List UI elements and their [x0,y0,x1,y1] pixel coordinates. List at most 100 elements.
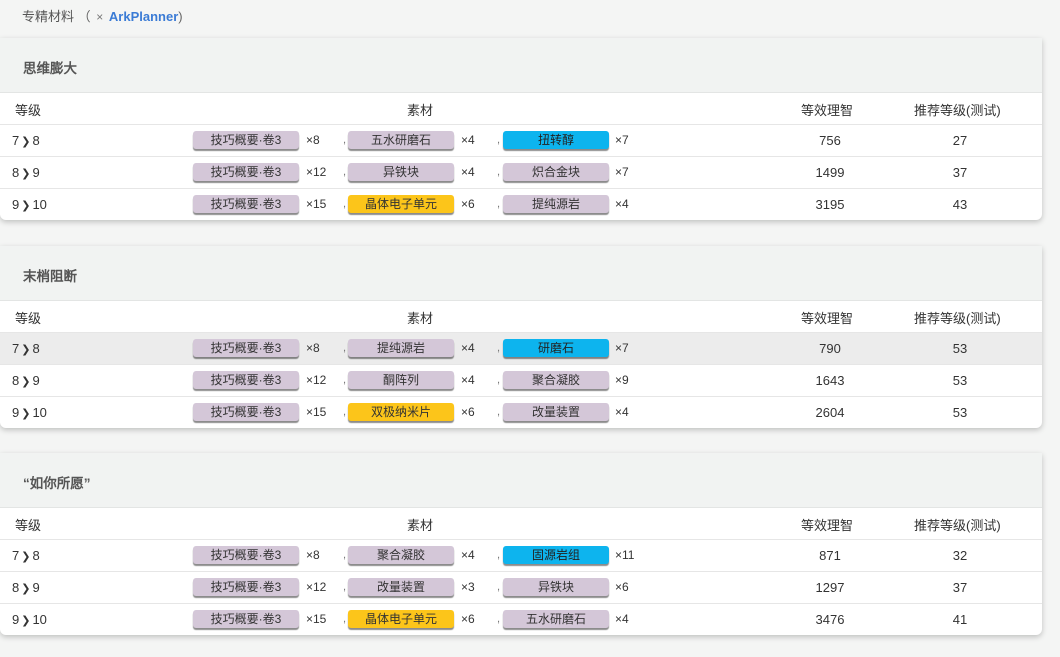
close-icon[interactable]: × [96,10,103,24]
material-chip[interactable]: 双极纳米片 [348,403,454,421]
skill-card: 末梢阻断 等级 素材 等效理智 推荐等级(测试) 7 ❯ 8 技巧概要·卷3 ×8, 提纯源岩 ×4,… [0,246,1042,428]
recommended-level-value: 53 [952,405,968,420]
level-to: 8 [32,341,40,356]
material-quantity: ×4 [461,133,475,147]
material-separator: , [343,166,347,178]
skill-title: 末梢阻断 [23,269,77,284]
arkplanner-link[interactable]: ArkPlanner [109,9,178,24]
material-chip[interactable]: 聚合凝胶 [348,546,454,564]
material-quantity: ×9 [615,373,629,387]
material-chip[interactable]: 技巧概要·卷3 [193,610,299,628]
level-to: 8 [32,548,40,563]
col-level-header: 等级 [15,311,42,326]
level-range: 7 ❯ 8 [12,341,40,356]
level-range: 8 ❯ 9 [12,373,40,388]
material-chip[interactable]: 技巧概要·卷3 [193,195,299,213]
table-row: 7 ❯ 8 技巧概要·卷3 ×8, 聚合凝胶 ×4, 固源岩组 ×11 871 32 [0,540,1042,572]
equiv-sanity-value: 3476 [815,612,845,627]
equiv-sanity-value: 1297 [815,580,845,595]
level-range: 8 ❯ 9 [12,165,40,180]
material-chip[interactable]: 技巧概要·卷3 [193,163,299,181]
material-chip[interactable]: 改量装置 [348,578,454,596]
col-materials-header: 素材 [407,518,434,533]
material-separator: , [497,198,501,210]
level-from: 9 [12,197,20,212]
level-to: 10 [32,197,47,212]
material-quantity: ×7 [615,341,629,355]
skill-card: “如你所愿” 等级 素材 等效理智 推荐等级(测试) 7 ❯ 8 技巧概要·卷3 ×8, 聚合凝胶 ×… [0,453,1042,635]
table-row: 9 ❯ 10 技巧概要·卷3 ×15, 晶体电子单元 ×6, 五水研磨石 ×4 3476 41 [0,604,1042,635]
material-chip[interactable]: 五水研磨石 [348,131,454,149]
recommended-level-value: 43 [952,197,968,212]
recommended-level-value: 32 [952,548,968,563]
skill-title: “如你所愿” [23,476,91,491]
material-quantity: ×4 [615,612,629,626]
col-recommend-header: 推荐等级(测试) [914,103,1001,118]
level-range: 7 ❯ 8 [12,548,40,563]
material-chip[interactable]: 提纯源岩 [503,195,609,213]
material-chip[interactable]: 晶体电子单元 [348,610,454,628]
level-range: 7 ❯ 8 [12,133,40,148]
level-to: 10 [32,612,47,627]
material-quantity: ×7 [615,165,629,179]
paren-close: ) [178,9,183,24]
card-header: “如你所愿” [0,453,1042,508]
material-chip[interactable]: 技巧概要·卷3 [193,546,299,564]
page-title: 专精材料 [22,9,75,24]
material-chip[interactable]: 晶体电子单元 [348,195,454,213]
material-quantity: ×6 [461,197,475,211]
level-range: 9 ❯ 10 [12,197,47,212]
material-separator: , [343,374,347,386]
material-quantity: ×11 [615,548,635,562]
material-chip[interactable]: 改量装置 [503,403,609,421]
material-chip[interactable]: 研磨石 [503,339,609,357]
header-title-group: 专精材料 （ × ArkPlanner) [22,6,183,25]
level-to: 9 [32,580,40,595]
material-separator: , [497,406,501,418]
material-chip[interactable]: 技巧概要·卷3 [193,131,299,149]
material-chip[interactable]: 炽合金块 [503,163,609,181]
level-range: 9 ❯ 10 [12,612,47,627]
material-chip[interactable]: 提纯源岩 [348,339,454,357]
chevron-right-icon: ❯ [21,615,31,627]
level-from: 8 [12,580,20,595]
level-to: 9 [32,165,40,180]
material-quantity: ×15 [306,405,327,419]
material-chip[interactable]: 聚合凝胶 [503,371,609,389]
material-separator: , [343,342,347,354]
level-to: 9 [32,373,40,388]
level-range: 8 ❯ 9 [12,580,40,595]
material-chip[interactable]: 技巧概要·卷3 [193,403,299,421]
material-chip[interactable]: 异铁块 [503,578,609,596]
material-chip[interactable]: 扭转醇 [503,131,609,149]
equiv-sanity-value: 3195 [815,197,845,212]
material-chip[interactable]: 五水研磨石 [503,610,609,628]
page-header: 专精材料 （ × ArkPlanner) [0,0,1060,30]
material-quantity: ×4 [615,405,629,419]
material-separator: , [497,342,501,354]
chevron-right-icon: ❯ [21,168,31,180]
material-chip[interactable]: 技巧概要·卷3 [193,371,299,389]
recommended-level-value: 41 [952,612,968,627]
material-chip[interactable]: 异铁块 [348,163,454,181]
level-range: 9 ❯ 10 [12,405,47,420]
material-chip[interactable]: 技巧概要·卷3 [193,578,299,596]
recommended-level-value: 53 [952,341,968,356]
table-header-row: 等级 素材 等效理智 推荐等级(测试) [0,93,1042,125]
material-quantity: ×15 [306,197,327,211]
material-separator: , [343,581,347,593]
material-chip[interactable]: 固源岩组 [503,546,609,564]
material-quantity: ×4 [461,165,475,179]
level-from: 8 [12,165,20,180]
equiv-sanity-value: 871 [819,548,841,563]
level-to: 10 [32,405,47,420]
material-chip[interactable]: 技巧概要·卷3 [193,339,299,357]
recommended-level-value: 37 [952,165,968,180]
col-equiv-header: 等效理智 [801,103,854,118]
chevron-right-icon: ❯ [21,376,31,388]
material-quantity: ×6 [461,405,475,419]
material-quantity: ×12 [306,373,327,387]
equiv-sanity-value: 790 [819,341,841,356]
material-chip[interactable]: 酮阵列 [348,371,454,389]
col-materials-header: 素材 [407,103,434,118]
